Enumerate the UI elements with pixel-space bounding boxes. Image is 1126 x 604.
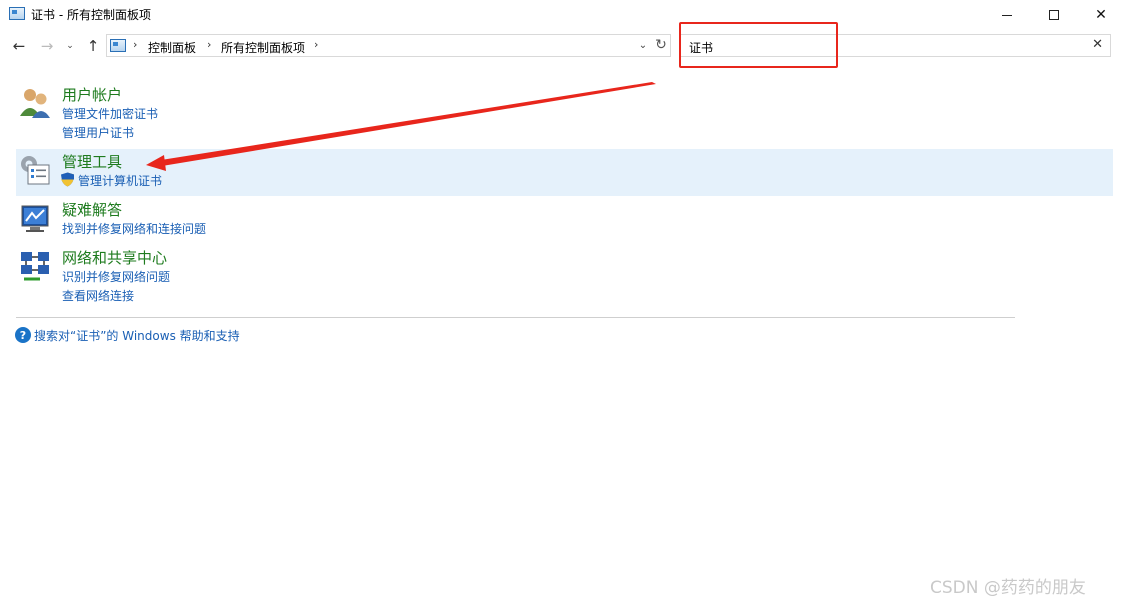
- breadcrumb-all-items[interactable]: 所有控制面板项: [221, 39, 305, 56]
- result-link[interactable]: 管理用户证书: [62, 124, 134, 141]
- breadcrumb-separator[interactable]: ›: [314, 38, 318, 51]
- result-link[interactable]: 管理计算机证书: [78, 172, 162, 189]
- close-button[interactable]: ✕: [1078, 0, 1124, 30]
- clear-search-button[interactable]: ✕: [1092, 37, 1103, 52]
- result-link[interactable]: 找到并修复网络和连接问题: [62, 220, 206, 237]
- maximize-icon: [1049, 10, 1059, 20]
- result-link[interactable]: 管理文件加密证书: [62, 105, 158, 122]
- help-icon: ?: [15, 327, 31, 343]
- result-title[interactable]: 用户帐户: [62, 84, 122, 105]
- help-link[interactable]: ? 搜索对“证书”的 Windows 帮助和支持: [15, 326, 240, 344]
- result-admin-tools: 管理工具 管理计算机证书: [16, 149, 1113, 196]
- network-center-icon: [21, 252, 49, 281]
- result-network-center: 网络和共享中心 识别并修复网络问题 查看网络连接: [16, 247, 1113, 307]
- divider: [16, 317, 1015, 318]
- back-button[interactable]: ←: [8, 33, 30, 59]
- result-troubleshooting: 疑难解答 找到并修复网络和连接问题: [16, 199, 1113, 239]
- help-link-text[interactable]: 搜索对“证书”的 Windows 帮助和支持: [34, 327, 240, 344]
- chevron-down-icon: ⌄: [638, 39, 648, 51]
- up-button[interactable]: ↑: [82, 33, 104, 59]
- window-title: 证书 - 所有控制面板项: [31, 8, 151, 22]
- result-title[interactable]: 网络和共享中心: [62, 247, 167, 268]
- breadcrumb-separator[interactable]: ›: [133, 38, 137, 51]
- forward-arrow-icon: →: [40, 37, 54, 55]
- minimize-icon: [1002, 14, 1012, 16]
- breadcrumb-control-panel[interactable]: 控制面板: [148, 39, 196, 56]
- troubleshooting-icon: [21, 205, 49, 232]
- maximize-button[interactable]: [1031, 0, 1077, 30]
- result-title[interactable]: 疑难解答: [62, 199, 122, 220]
- user-accounts-icon: [20, 89, 50, 118]
- watermark: CSDN @药药的朋友: [930, 578, 1086, 598]
- address-dropdown-button[interactable]: ⌄: [636, 36, 650, 54]
- result-link[interactable]: 查看网络连接: [62, 287, 134, 304]
- admin-tools-icon: [21, 156, 50, 185]
- breadcrumb-separator[interactable]: ›: [207, 38, 211, 51]
- back-arrow-icon: ←: [12, 37, 26, 55]
- title-bar: 证书 - 所有控制面板项 ✕: [0, 0, 1126, 30]
- result-title[interactable]: 管理工具: [62, 151, 122, 172]
- control-panel-icon: [110, 39, 126, 52]
- address-bar[interactable]: › 控制面板 › 所有控制面板项 ›: [106, 34, 671, 57]
- close-icon: ✕: [1095, 7, 1107, 23]
- up-arrow-icon: ↑: [86, 37, 100, 55]
- result-link[interactable]: 识别并修复网络问题: [62, 268, 170, 285]
- recent-locations-button[interactable]: ⌄: [63, 33, 77, 59]
- annotation-highlight-box: [679, 22, 838, 68]
- refresh-button[interactable]: ↻: [652, 35, 670, 55]
- result-user-accounts: 用户帐户 管理文件加密证书 管理用户证书: [16, 84, 1113, 140]
- refresh-icon: ↻: [655, 37, 667, 53]
- minimize-button[interactable]: [984, 0, 1030, 30]
- control-panel-icon: [9, 7, 25, 20]
- uac-shield-icon: [61, 172, 74, 187]
- chevron-down-icon: ⌄: [66, 41, 74, 51]
- forward-button[interactable]: →: [36, 33, 58, 59]
